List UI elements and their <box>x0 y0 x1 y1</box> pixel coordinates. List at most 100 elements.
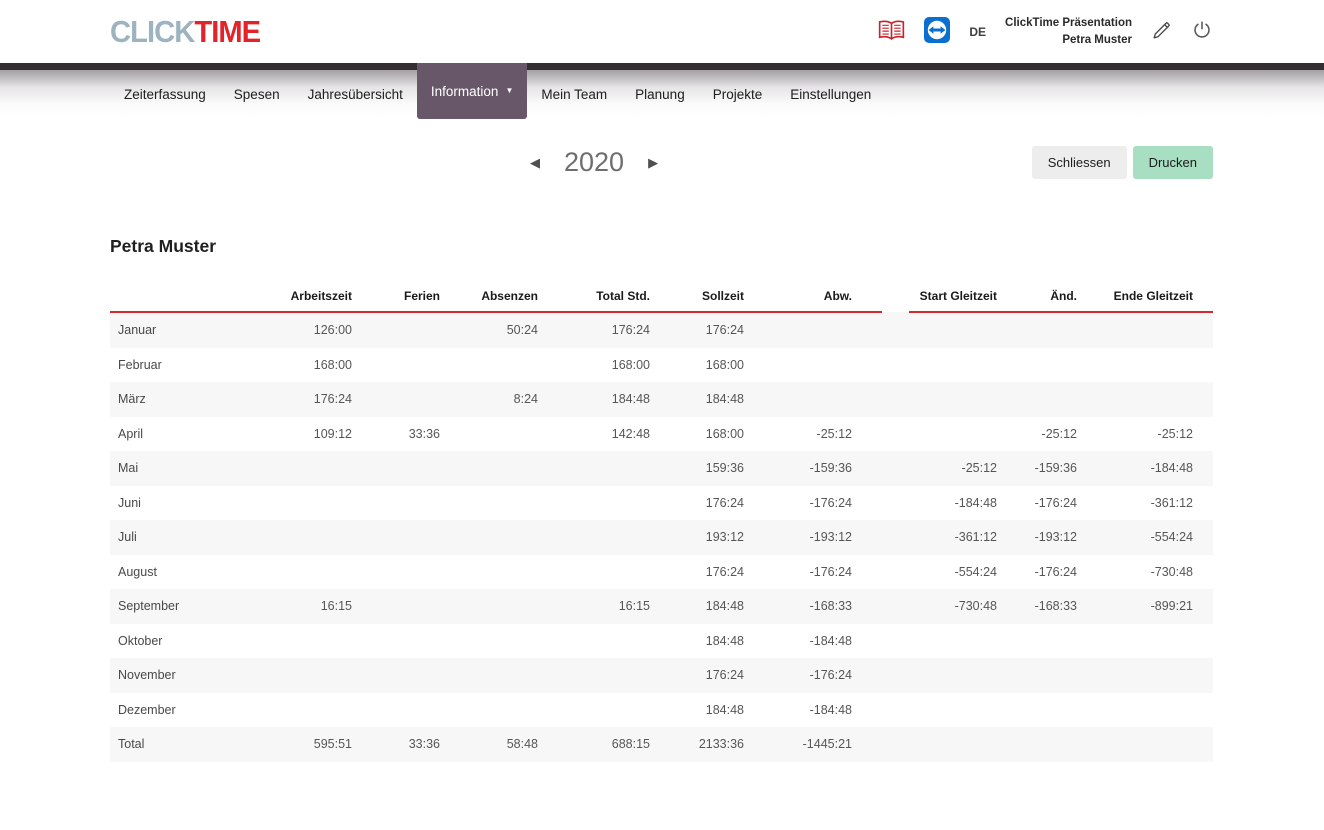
next-year-button[interactable]: ▶ <box>648 155 658 171</box>
cell-value: 176:24 <box>313 392 352 406</box>
cell-value <box>360 486 448 521</box>
row-label: März <box>118 392 146 406</box>
cell-value: -168:33 <box>809 599 852 613</box>
cell-value: -25:12 <box>1157 426 1193 441</box>
cell-value <box>1085 382 1213 417</box>
cell-value <box>909 417 1005 452</box>
cell-value: 688:15 <box>611 737 650 751</box>
cell-value <box>448 486 546 521</box>
cell-value: 176:24 <box>611 323 650 337</box>
cell-value: 168:00 <box>705 357 744 372</box>
cell-spacer <box>882 451 909 486</box>
cell-value: -176:24 <box>809 668 852 682</box>
cell-value: 176:24 <box>705 668 744 682</box>
tab-zeiterfassung[interactable]: Zeiterfassung <box>110 70 220 119</box>
row-label: Juli <box>118 530 137 544</box>
tab-einstellungen[interactable]: Einstellungen <box>776 70 885 119</box>
manual-button[interactable] <box>878 20 905 44</box>
cell-value: 184:48 <box>705 392 744 406</box>
cell-value <box>448 520 546 555</box>
cell-value: -176:24 <box>809 495 852 510</box>
cell-value: 193:12 <box>705 530 744 544</box>
cell-value <box>448 451 546 486</box>
tab-mein-team[interactable]: Mein Team <box>527 70 621 119</box>
cell-value: 159:36 <box>705 461 744 475</box>
cell-value: 109:12 <box>313 426 352 441</box>
cell-value <box>546 555 658 590</box>
edit-profile-button[interactable] <box>1151 20 1172 44</box>
cell-value <box>360 382 448 417</box>
tab-label: Einstellungen <box>790 87 872 102</box>
cell-value <box>360 624 448 659</box>
tab-information[interactable]: Information ▼ <box>416 63 528 119</box>
table-row: März 176:24 8:24 184:48 184:48 <box>110 382 1213 417</box>
close-button[interactable]: Schliessen <box>1031 146 1127 179</box>
cell-value <box>752 382 882 417</box>
table-row: Januar 126:00 50:24 176:24 176:24 <box>110 312 1213 348</box>
cell-value: 126:00 <box>313 323 352 337</box>
cell-value <box>360 555 448 590</box>
cell-value <box>1085 693 1213 728</box>
cell-value <box>448 348 546 383</box>
remote-support-button[interactable] <box>924 17 951 46</box>
cell-spacer <box>882 658 909 693</box>
cell-value <box>250 693 360 728</box>
cell-value <box>909 382 1005 417</box>
column-header-month <box>110 283 250 313</box>
table-row: Juni 176:24 -176:24 -184:48 -176:24 -361:12 <box>110 486 1213 521</box>
cell-value <box>250 555 360 590</box>
cell-value: 184:48 <box>705 702 744 717</box>
cell-value: -25:12 <box>1041 426 1077 441</box>
cell-value <box>250 520 360 555</box>
cell-value <box>909 312 1005 348</box>
cell-value: -159:36 <box>809 461 852 475</box>
previous-year-button[interactable]: ◀ <box>530 155 540 171</box>
logo-click: CLICK <box>110 13 195 49</box>
cell-value: -899:21 <box>1150 599 1193 613</box>
toolbar-buttons: Schliessen Drucken <box>1031 146 1213 179</box>
header-actions: DE ClickTime Präsentation Petra Muster <box>878 15 1213 47</box>
cell-spacer <box>882 555 909 590</box>
cell-value: -193:12 <box>809 530 852 544</box>
cell-value: -554:24 <box>1150 530 1193 544</box>
account-user: Petra Muster <box>1062 33 1132 46</box>
cell-value <box>448 624 546 659</box>
tab-jahres-bersicht[interactable]: Jahresübersicht <box>294 70 417 119</box>
tab-projekte[interactable]: Projekte <box>699 70 777 119</box>
logout-button[interactable] <box>1191 19 1213 44</box>
teamviewer-icon <box>924 17 951 46</box>
cell-value <box>1085 658 1213 693</box>
row-label: November <box>118 668 176 682</box>
cell-value <box>546 693 658 728</box>
cell-value: 184:48 <box>705 599 744 613</box>
cell-value: 16:15 <box>618 599 650 613</box>
cell-value <box>360 348 448 383</box>
cell-value: -184:48 <box>809 702 852 717</box>
tab-planung[interactable]: Planung <box>621 70 699 119</box>
cell-spacer <box>882 348 909 383</box>
cell-value <box>1085 727 1213 762</box>
column-header: Absenzen <box>448 283 546 313</box>
cell-value: 16:15 <box>320 599 352 613</box>
column-header: Abw. <box>752 283 882 313</box>
print-button[interactable]: Drucken <box>1132 146 1213 179</box>
tab-label: Projekte <box>712 87 763 102</box>
language-selector[interactable]: DE <box>969 25 986 39</box>
row-label: Januar <box>118 323 157 337</box>
cell-spacer <box>882 624 909 659</box>
cell-value: 58:48 <box>506 737 538 751</box>
tab-spesen[interactable]: Spesen <box>220 70 294 119</box>
cell-value: -184:48 <box>809 633 852 648</box>
toolbar: ◀ 2020 ▶ Schliessen Drucken <box>110 146 1213 179</box>
open-book-icon <box>878 20 905 44</box>
tab-label: Jahresübersicht <box>307 87 403 102</box>
cell-value <box>448 658 546 693</box>
tab-label: Mein Team <box>541 87 608 102</box>
cell-value <box>1005 693 1085 728</box>
row-label: Juni <box>118 495 141 510</box>
chevron-right-icon: ▶ <box>648 154 659 170</box>
cell-value <box>909 693 1005 728</box>
cell-value: -176:24 <box>809 564 852 579</box>
cell-value: 2133:36 <box>698 737 744 751</box>
account-company: ClickTime Präsentation <box>1005 17 1132 30</box>
